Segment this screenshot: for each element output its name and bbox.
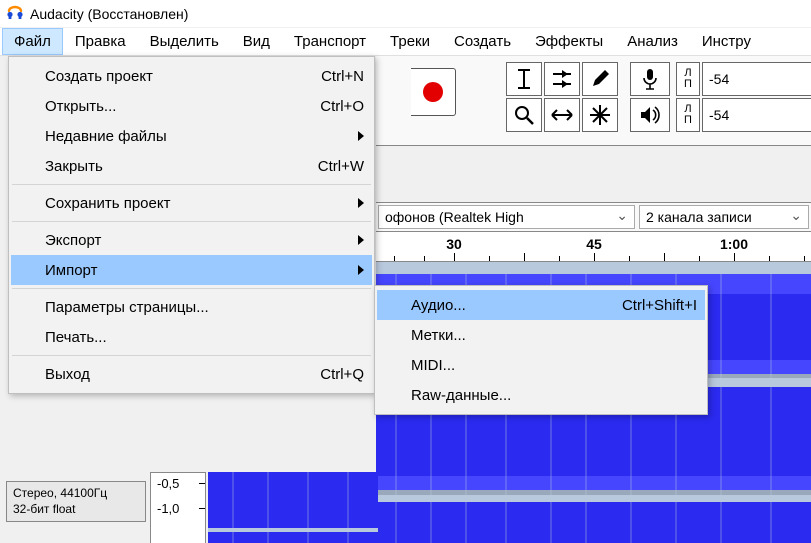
menu-effect[interactable]: Эффекты: [523, 28, 615, 55]
menu-item-label: Импорт: [45, 262, 346, 279]
menu-item-экспорт[interactable]: Экспорт: [11, 225, 372, 255]
rec-level-buttons: [630, 62, 670, 134]
menu-analyze[interactable]: Анализ: [615, 28, 690, 55]
waveform-lower-svg: [208, 472, 378, 543]
menu-item-accel: Ctrl+Q: [304, 366, 364, 383]
menu-item-label: Открыть...: [45, 98, 304, 115]
record-icon: [423, 82, 443, 102]
app-icon: [6, 5, 24, 23]
file-dropdown: Создать проектCtrl+NОткрыть...Ctrl+OНеда…: [8, 56, 375, 394]
menu-tracks[interactable]: Треки: [378, 28, 442, 55]
tools-grid: [506, 62, 618, 132]
menu-item-label: Выход: [45, 366, 304, 383]
menu-item-открыть-[interactable]: Открыть...Ctrl+O: [11, 91, 372, 121]
rec-channel-labels: ЛП: [676, 62, 700, 96]
submenu-item-метки-[interactable]: Метки...: [377, 320, 705, 350]
zoom-tool-button[interactable]: [506, 98, 542, 132]
menu-item-label: Закрыть: [45, 158, 302, 175]
play-meter[interactable]: -54: [702, 98, 811, 132]
multitool-icon: [589, 104, 611, 126]
ruler-tick: 45: [564, 236, 624, 252]
amp-tick: -0,5: [157, 476, 179, 491]
submenu-item-label: Raw-данные...: [411, 387, 697, 404]
speaker-button[interactable]: [630, 98, 670, 132]
rec-meter[interactable]: -54: [702, 62, 811, 96]
menu-item-печать-[interactable]: Печать...: [11, 322, 372, 352]
timeshift-icon: [550, 107, 574, 123]
submenu-item-label: Аудио...: [411, 297, 606, 314]
menu-item-выход[interactable]: ВыходCtrl+Q: [11, 359, 372, 389]
draw-tool-button[interactable]: [582, 62, 618, 96]
menu-transport[interactable]: Транспорт: [282, 28, 378, 55]
rec-meter-value: -54: [709, 71, 729, 87]
microphone-icon: [642, 68, 658, 90]
multi-tool-button[interactable]: [582, 98, 618, 132]
submenu-item-label: MIDI...: [411, 357, 697, 374]
window-title: Audacity (Восстановлен): [30, 6, 188, 22]
waveform-lower[interactable]: [208, 472, 378, 543]
menu-generate[interactable]: Создать: [442, 28, 523, 55]
submenu-item-аудио-[interactable]: Аудио...Ctrl+Shift+I: [377, 290, 705, 320]
menu-item-label: Параметры страницы...: [45, 299, 364, 316]
menu-item-импорт[interactable]: Импорт: [11, 255, 372, 285]
menu-item-accel: Ctrl+N: [305, 68, 364, 85]
play-channel-labels: ЛП: [676, 98, 700, 132]
toolbar-area: ЛП -54 ЛП -54: [376, 56, 811, 146]
menu-item-accel: Ctrl+O: [304, 98, 364, 115]
submenu-item-raw-данные-[interactable]: Raw-данные...: [377, 380, 705, 410]
menu-bar: Файл Правка Выделить Вид Транспорт Треки…: [0, 28, 811, 56]
channel-count-combo[interactable]: 2 канала записи: [639, 205, 809, 229]
menu-item-параметры-страницы-[interactable]: Параметры страницы...: [11, 292, 372, 322]
menu-item-label: Сохранить проект: [45, 195, 346, 212]
import-submenu: Аудио...Ctrl+Shift+I Метки... MIDI... Raw-д…: [374, 285, 708, 415]
mic-button[interactable]: [630, 62, 670, 96]
recording-device-value: офонов (Realtek High: [385, 209, 524, 225]
pencil-icon: [589, 68, 611, 90]
amp-tick: -1,0: [157, 501, 179, 516]
recording-device-combo[interactable]: офонов (Realtek High: [378, 205, 635, 229]
menu-view[interactable]: Вид: [231, 28, 282, 55]
timeline-ruler[interactable]: 30 45 1:00: [376, 232, 811, 262]
envelope-icon: [551, 68, 573, 90]
menu-item-label: Экспорт: [45, 232, 346, 249]
menu-select[interactable]: Выделить: [138, 28, 231, 55]
submenu-item-label: Метки...: [411, 327, 697, 344]
menu-item-недавние-файлы[interactable]: Недавние файлы: [11, 121, 372, 151]
submenu-item-accel: Ctrl+Shift+I: [606, 297, 697, 314]
ibeam-icon: [515, 68, 533, 90]
menu-item-label: Недавние файлы: [45, 128, 346, 145]
menu-edit[interactable]: Правка: [63, 28, 138, 55]
menu-file[interactable]: Файл: [2, 28, 63, 55]
speaker-icon: [639, 105, 661, 125]
meter-block: ЛП -54 ЛП -54: [676, 62, 811, 132]
track-bitdepth-label: 32-бит float: [13, 502, 139, 518]
record-button[interactable]: [411, 68, 456, 116]
menu-item-label: Создать проект: [45, 68, 305, 85]
track-info-panel[interactable]: Стерео, 44100Гц 32-бит float: [6, 481, 146, 522]
submenu-arrow-icon: [358, 235, 364, 245]
magnifier-icon: [513, 104, 535, 126]
menu-item-создать-проект[interactable]: Создать проектCtrl+N: [11, 61, 372, 91]
timeshift-tool-button[interactable]: [544, 98, 580, 132]
envelope-tool-button[interactable]: [544, 62, 580, 96]
menu-item-сохранить-проект[interactable]: Сохранить проект: [11, 188, 372, 218]
selection-tool-button[interactable]: [506, 62, 542, 96]
submenu-arrow-icon: [358, 265, 364, 275]
ruler-tick: 30: [424, 236, 484, 252]
ruler-tick: 1:00: [704, 236, 764, 252]
menu-item-закрыть[interactable]: ЗакрытьCtrl+W: [11, 151, 372, 181]
channel-count-value: 2 канала записи: [646, 209, 752, 225]
title-bar: Audacity (Восстановлен): [0, 0, 811, 28]
play-meter-value: -54: [709, 107, 729, 123]
device-bar: офонов (Realtek High 2 канала записи: [376, 202, 811, 232]
menu-item-label: Печать...: [45, 329, 364, 346]
track-format-label: Стерео, 44100Гц: [13, 486, 139, 502]
submenu-item-midi-[interactable]: MIDI...: [377, 350, 705, 380]
menu-tools[interactable]: Инстру: [690, 28, 763, 55]
menu-item-accel: Ctrl+W: [302, 158, 364, 175]
submenu-arrow-icon: [358, 198, 364, 208]
submenu-arrow-icon: [358, 131, 364, 141]
amplitude-scale: -0,5 -1,0: [150, 472, 206, 543]
